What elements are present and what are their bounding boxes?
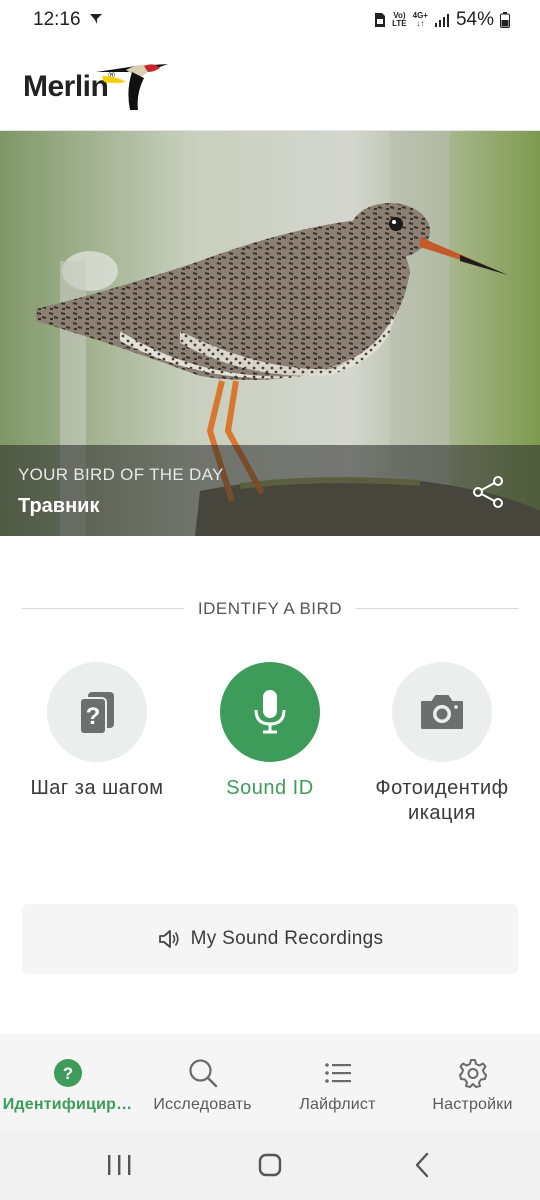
bird-of-day-kicker: YOUR BIRD OF THE DAY [18, 465, 224, 484]
svg-text:?: ? [62, 1064, 72, 1083]
speaker-icon [158, 930, 179, 948]
battery-percent: 54% [455, 9, 494, 30]
camera-icon [421, 695, 463, 729]
sound-id-label: Sound ID [226, 777, 314, 799]
question-circle-icon: ? [53, 1059, 82, 1087]
back-icon[interactable] [402, 1150, 442, 1180]
status-time: 12:16 [33, 9, 81, 30]
status-bar: 12:16 Vo) LTE 4G+ ↓↑ 54% [0, 0, 540, 40]
my-sound-recordings-button[interactable]: My Sound Recordings [22, 904, 518, 974]
nav-lifelist[interactable]: Лайфлист [270, 1034, 405, 1130]
volte-indicator: Vo) LTE [392, 12, 407, 28]
home-icon[interactable] [250, 1150, 290, 1180]
photo-id-label: Фотоидентиф икация [375, 777, 509, 824]
gear-icon [458, 1059, 487, 1088]
share-icon[interactable] [470, 473, 508, 511]
bird-of-day-name: Травник [18, 495, 100, 517]
photo-id-circle[interactable] [392, 662, 492, 762]
nav-identify-label: Идентифицир… [2, 1096, 133, 1113]
nav-settings[interactable]: Настройки [405, 1034, 540, 1130]
app-header: Merlin® [0, 40, 540, 131]
sound-id-circle[interactable] [220, 662, 320, 762]
data-arrows-icon: ↓↑ [416, 19, 425, 28]
nav-settings-label: Настройки [432, 1096, 513, 1113]
divider-line-right [356, 608, 518, 609]
bird-of-day-overlay [0, 445, 540, 536]
bird-of-the-day-card[interactable]: YOUR BIRD OF THE DAY Травник [0, 131, 540, 536]
search-icon [188, 1059, 217, 1088]
signal-icon [434, 14, 449, 27]
data-indicator: 4G+ ↓↑ [413, 12, 428, 28]
photo-id-option[interactable]: Фотоидентиф икация [357, 662, 527, 826]
location-arrow-icon [90, 14, 102, 24]
nav-explore[interactable]: Исследовать [135, 1034, 270, 1130]
battery-icon [500, 12, 510, 28]
microphone-icon [254, 690, 286, 734]
step-by-step-label: Шаг за шагом [30, 777, 164, 799]
nav-identify[interactable]: ? Идентифицир… [0, 1034, 135, 1130]
svg-text:?: ? [86, 703, 101, 730]
question-cards-icon: ? [79, 692, 114, 735]
bottom-navigation: ? Идентифицир… Исследовать Лайфлист Наст… [0, 1034, 540, 1130]
system-navigation-bar [0, 1130, 540, 1200]
sound-id-option[interactable]: Sound ID [185, 662, 355, 801]
woodpecker-logo-icon [96, 64, 168, 110]
list-icon [324, 1063, 351, 1083]
sim-icon [375, 13, 386, 27]
identify-section-label: IDENTIFY A BIRD [197, 599, 343, 618]
recent-apps-icon[interactable] [99, 1150, 139, 1180]
status-icons: Vo) LTE 4G+ ↓↑ 54% [374, 8, 510, 32]
step-by-step-option[interactable]: ? Шаг за шагом [12, 662, 182, 801]
step-by-step-circle[interactable]: ? [47, 662, 147, 762]
nav-lifelist-label: Лайфлист [299, 1096, 376, 1113]
identify-section-header: IDENTIFY A BIRD [22, 596, 518, 622]
my-sound-recordings-label: My Sound Recordings [190, 928, 384, 949]
nav-explore-label: Исследовать [153, 1096, 252, 1113]
volte-bottom: LTE [392, 19, 407, 28]
